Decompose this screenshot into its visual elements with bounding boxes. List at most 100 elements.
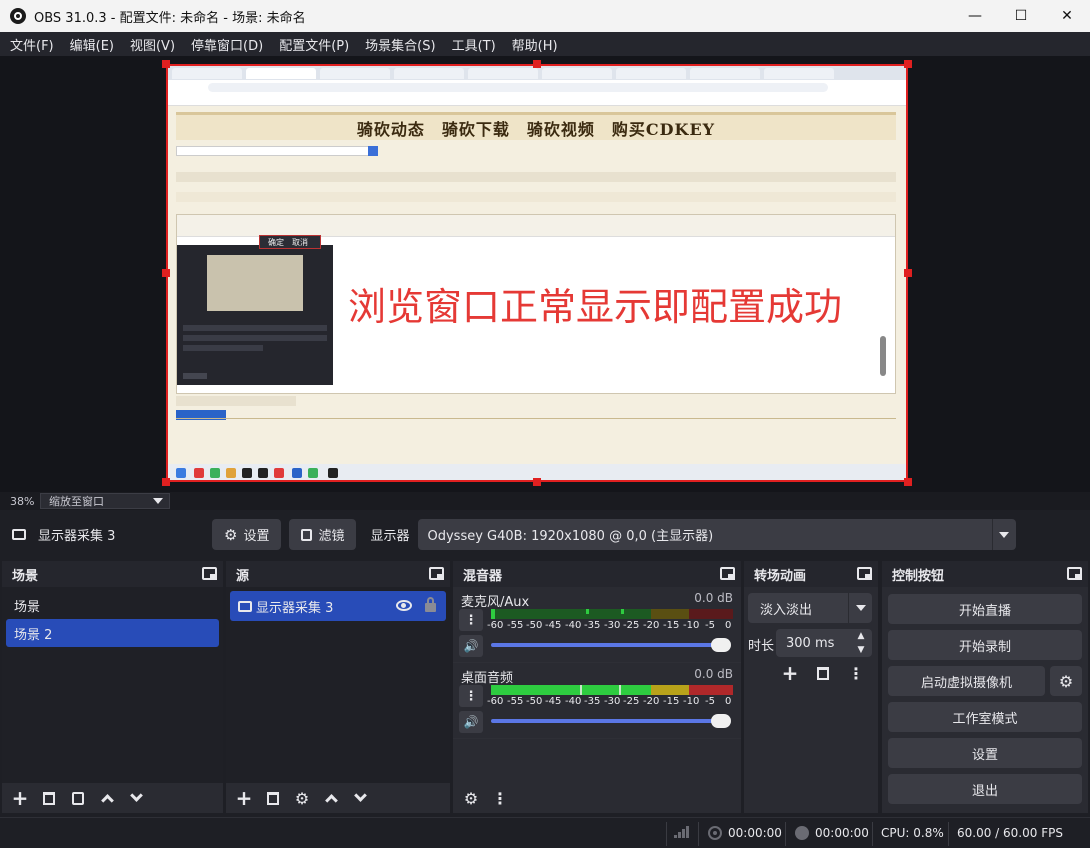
settings-button[interactable]: 设置 bbox=[888, 738, 1082, 768]
start-virtual-camera-button[interactable]: 启动虚拟摄像机 bbox=[888, 666, 1045, 696]
mute-button[interactable]: 🔊 bbox=[459, 711, 483, 733]
zoom-mode-select[interactable]: 缩放至窗口 bbox=[40, 493, 170, 509]
mixer-channel-mic: 麦克风/Aux 0.0 dB -60 -55 -50 -45 -40 -35 -… bbox=[453, 587, 741, 663]
meter-tick: -50 bbox=[526, 620, 543, 631]
resize-handle[interactable] bbox=[533, 60, 541, 68]
resize-handle[interactable] bbox=[162, 60, 170, 68]
selected-source-name: 显示器采集 3 bbox=[38, 529, 116, 544]
resize-handle[interactable] bbox=[162, 478, 170, 486]
remove-scene-button[interactable] bbox=[37, 786, 61, 810]
menu-profile[interactable]: 配置文件(P) bbox=[271, 35, 357, 54]
resize-handle[interactable] bbox=[533, 478, 541, 486]
duration-input[interactable]: 300 ms ▲ ▼ bbox=[776, 629, 872, 657]
source-item[interactable]: 显示器采集 3 bbox=[230, 591, 446, 621]
volume-slider-track[interactable] bbox=[491, 719, 723, 723]
duration-value: 300 ms bbox=[786, 635, 835, 651]
source-properties-button[interactable]: ⚙ bbox=[290, 786, 314, 810]
maximize-button[interactable]: ☐ bbox=[998, 0, 1044, 32]
move-scene-down-button[interactable] bbox=[124, 786, 148, 810]
add-source-button[interactable]: + bbox=[232, 786, 256, 810]
menu-docks[interactable]: 停靠窗口(D) bbox=[183, 35, 271, 54]
filter-icon bbox=[72, 791, 84, 805]
channel-menu-button[interactable]: ⋮ bbox=[459, 609, 483, 631]
scene-item[interactable]: 场景 bbox=[6, 591, 219, 619]
monitor-icon bbox=[238, 600, 252, 612]
gear-icon: ⚙ bbox=[294, 788, 310, 808]
undock-icon[interactable] bbox=[429, 567, 444, 580]
scenes-dock-title: 场景 bbox=[12, 568, 39, 584]
close-button[interactable]: ✕ bbox=[1044, 0, 1090, 32]
meter-tick: -30 bbox=[604, 620, 621, 631]
undock-icon[interactable] bbox=[857, 567, 872, 580]
mixer-menu-button[interactable]: ⋮ bbox=[488, 786, 512, 810]
menu-scene-collection[interactable]: 场景集合(S) bbox=[357, 35, 443, 54]
resize-handle[interactable] bbox=[162, 269, 170, 277]
menu-file[interactable]: 文件(F) bbox=[2, 35, 62, 54]
meter-tick: 0 bbox=[725, 696, 732, 707]
record-icon bbox=[795, 826, 809, 840]
add-scene-button[interactable]: + bbox=[8, 786, 32, 810]
meter-tick: -15 bbox=[663, 696, 680, 707]
display-select[interactable]: Odyssey G40B: 1920x1080 @ 0,0 (主显示器) bbox=[417, 519, 1016, 550]
scene-filters-button[interactable] bbox=[66, 786, 90, 810]
channel-db: 0.0 dB bbox=[694, 591, 733, 605]
captured-footer bbox=[176, 418, 896, 458]
remove-source-button[interactable] bbox=[261, 786, 285, 810]
exit-button[interactable]: 退出 bbox=[888, 774, 1082, 804]
advanced-audio-button[interactable]: ⚙ bbox=[459, 786, 483, 810]
menu-help[interactable]: 帮助(H) bbox=[504, 35, 566, 54]
virtual-camera-settings-button[interactable]: ⚙ bbox=[1050, 666, 1082, 696]
volume-slider-handle[interactable] bbox=[711, 638, 731, 652]
studio-mode-button[interactable]: 工作室模式 bbox=[888, 702, 1082, 732]
title-bar: OBS 31.0.3 - 配置文件: 未命名 - 场景: 未命名 — ☐ ✕ bbox=[0, 0, 1090, 32]
channel-menu-button[interactable]: ⋮ bbox=[459, 685, 483, 707]
volume-slider-track[interactable] bbox=[491, 643, 723, 647]
add-transition-button[interactable]: + bbox=[778, 661, 802, 685]
move-source-down-button[interactable] bbox=[348, 786, 372, 810]
meter-ticks: -60 -55 -50 -45 -40 -35 -30 -25 -20 -15 … bbox=[487, 620, 737, 632]
captured-site-banner: 骑砍动态 骑砍下载 骑砍视频 购买CDKEY bbox=[176, 112, 896, 140]
undock-icon[interactable] bbox=[720, 567, 735, 580]
transition-select[interactable]: 淡入淡出 bbox=[748, 593, 872, 623]
scenes-toolbar: + bbox=[2, 783, 223, 813]
start-streaming-button[interactable]: 开始直播 bbox=[888, 594, 1082, 624]
overlay-annotation-text: 浏览窗口正常显示即配置成功 bbox=[348, 285, 843, 329]
move-source-up-button[interactable] bbox=[319, 786, 343, 810]
mixer-dock-title: 混音器 bbox=[463, 568, 503, 584]
fps-text: 60.00 / 60.00 FPS bbox=[957, 826, 1063, 840]
undock-icon[interactable] bbox=[202, 567, 217, 580]
display-capture-preview[interactable]: 骑砍动态 骑砍下载 骑砍视频 购买CDKEY 确定 取消 浏览窗口正常显示即配置… bbox=[166, 64, 908, 482]
controls-dock-title: 控制按钮 bbox=[892, 568, 945, 584]
captured-bookmarks-bar bbox=[168, 94, 906, 106]
move-scene-up-button[interactable] bbox=[95, 786, 119, 810]
meter-tick: -60 bbox=[487, 620, 504, 631]
start-recording-button[interactable]: 开始录制 bbox=[888, 630, 1082, 660]
scene-item-selected[interactable]: 场景 2 bbox=[6, 619, 219, 647]
eye-icon[interactable] bbox=[396, 600, 412, 611]
mute-button[interactable]: 🔊 bbox=[459, 635, 483, 657]
captured-scrollbar bbox=[880, 336, 886, 376]
meter-tick: -60 bbox=[487, 696, 504, 707]
menu-tools[interactable]: 工具(T) bbox=[444, 35, 504, 54]
mixer-dock: 混音器 麦克风/Aux 0.0 dB -60 -55 -50 -45 -40 -… bbox=[453, 561, 741, 813]
source-toolbar: 显示器采集 3 ⚙ 设置 滤镜 显示器 Odyssey G40B: 1920x1… bbox=[0, 511, 1090, 558]
volume-meter bbox=[491, 685, 733, 695]
resize-handle[interactable] bbox=[904, 269, 912, 277]
undock-icon[interactable] bbox=[1067, 567, 1082, 580]
resize-handle[interactable] bbox=[904, 60, 912, 68]
minimize-button[interactable]: — bbox=[952, 0, 998, 32]
cpu-usage: CPU: 0.8% bbox=[881, 826, 944, 840]
resize-handle[interactable] bbox=[904, 478, 912, 486]
preview-area[interactable]: 骑砍动态 骑砍下载 骑砍视频 购买CDKEY 确定 取消 浏览窗口正常显示即配置… bbox=[0, 56, 1090, 492]
source-filters-button[interactable]: 滤镜 bbox=[289, 519, 357, 550]
transition-properties-button[interactable]: ⋮ bbox=[844, 661, 868, 685]
decrement-icon[interactable]: ▼ bbox=[850, 643, 872, 657]
meter-tick: -10 bbox=[683, 620, 700, 631]
volume-slider-handle[interactable] bbox=[711, 714, 731, 728]
increment-icon[interactable]: ▲ bbox=[850, 629, 872, 643]
menu-view[interactable]: 视图(V) bbox=[122, 35, 183, 54]
menu-edit[interactable]: 编辑(E) bbox=[62, 35, 122, 54]
source-settings-button[interactable]: ⚙ 设置 bbox=[212, 519, 282, 550]
lock-icon[interactable] bbox=[425, 597, 436, 612]
remove-transition-button[interactable] bbox=[811, 661, 835, 685]
